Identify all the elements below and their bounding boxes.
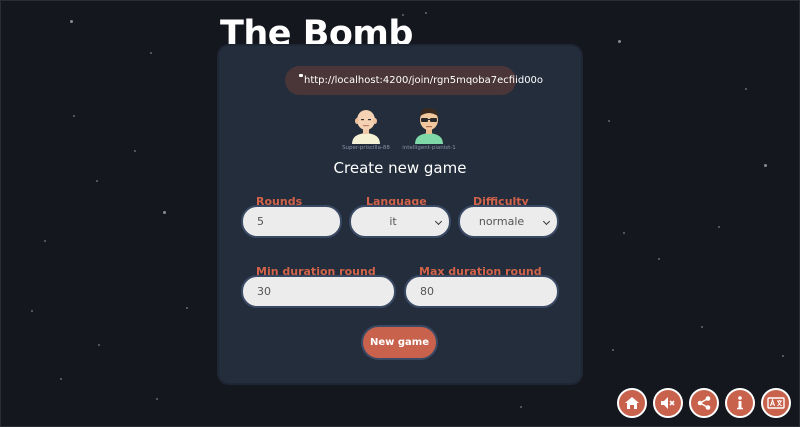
player-name: intelligent-pianist-1: [402, 145, 456, 151]
player-card: Super-priscilla-88: [331, 104, 401, 151]
home-icon: [625, 397, 639, 409]
min-duration-input[interactable]: 30: [241, 275, 396, 308]
info-icon: [737, 396, 743, 410]
translate-icon: [767, 397, 785, 409]
mute-icon: [661, 397, 675, 409]
mute-button[interactable]: [653, 388, 683, 418]
language-select[interactable]: it: [349, 205, 451, 238]
language-selected-value: it: [389, 215, 397, 228]
difficulty-selected-value: normale: [478, 215, 525, 228]
chevron-down-icon: [542, 217, 551, 226]
form-heading: Create new game: [333, 159, 467, 177]
share-button[interactable]: [689, 388, 719, 418]
new-game-button[interactable]: New game: [361, 325, 438, 360]
player-card: intelligent-pianist-1: [394, 104, 464, 151]
chevron-down-icon: [434, 217, 443, 226]
rounds-input[interactable]: 5: [241, 205, 342, 238]
difficulty-select[interactable]: normale: [458, 205, 559, 238]
player-name: Super-priscilla-88: [342, 145, 390, 151]
info-button[interactable]: [725, 388, 755, 418]
invite-link-url: http://localhost:4200/join/rgn5mqoba7ecf…: [304, 75, 544, 86]
home-button[interactable]: [617, 388, 647, 418]
language-toggle-button[interactable]: [761, 388, 791, 418]
invite-link[interactable]: http://localhost:4200/join/rgn5mqoba7ecf…: [285, 66, 543, 95]
bald-man-avatar-icon: [352, 110, 380, 144]
share-icon: [697, 396, 711, 410]
sunglasses-man-avatar-icon: [415, 108, 443, 144]
max-duration-input[interactable]: 80: [404, 275, 559, 308]
